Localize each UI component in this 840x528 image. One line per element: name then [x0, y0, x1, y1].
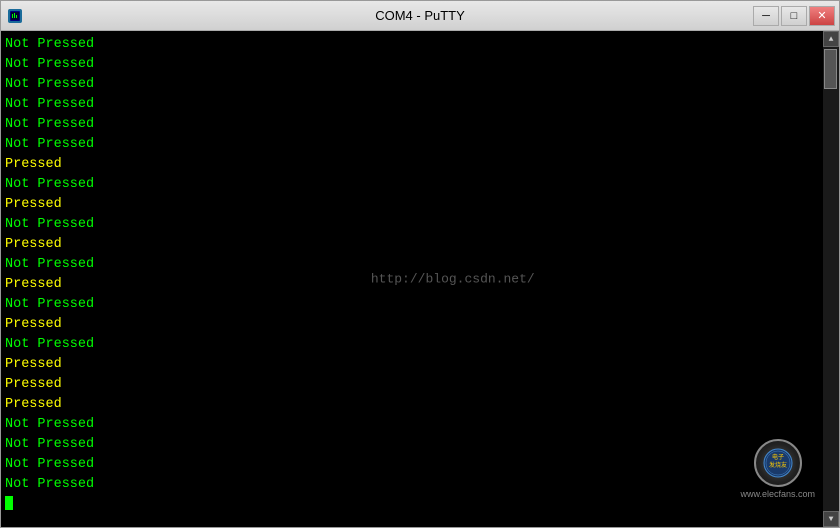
terminal-line: Not Pressed: [5, 95, 819, 115]
terminal-cursor-line: [5, 495, 819, 515]
terminal-line: Pressed: [5, 235, 819, 255]
terminal-content[interactable]: Not PressedNot PressedNot PressedNot Pre…: [1, 31, 823, 527]
terminal-line: Not Pressed: [5, 55, 819, 75]
putty-window: COM4 - PuTTY ─ □ ✕ Not PressedNot Presse…: [0, 0, 840, 528]
title-bar-left: [5, 6, 25, 26]
terminal-line: Pressed: [5, 375, 819, 395]
terminal-line: Not Pressed: [5, 115, 819, 135]
terminal-line: Not Pressed: [5, 135, 819, 155]
terminal-line: Pressed: [5, 155, 819, 175]
terminal-line: Not Pressed: [5, 175, 819, 195]
minimize-button[interactable]: ─: [753, 6, 779, 26]
window-controls: ─ □ ✕: [753, 6, 835, 26]
scroll-up-button[interactable]: ▲: [823, 31, 839, 47]
terminal-area[interactable]: Not PressedNot PressedNot PressedNot Pre…: [1, 31, 839, 527]
terminal-line: Not Pressed: [5, 335, 819, 355]
scroll-thumb[interactable]: [824, 49, 837, 89]
window-title: COM4 - PuTTY: [375, 8, 465, 23]
putty-icon: [5, 6, 25, 26]
terminal-line: Pressed: [5, 355, 819, 375]
terminal-line: Not Pressed: [5, 215, 819, 235]
terminal-line: Not Pressed: [5, 35, 819, 55]
terminal-line: Not Pressed: [5, 435, 819, 455]
terminal-line: Not Pressed: [5, 415, 819, 435]
close-button[interactable]: ✕: [809, 6, 835, 26]
terminal-line: Pressed: [5, 275, 819, 295]
terminal-line: Not Pressed: [5, 295, 819, 315]
scroll-down-button[interactable]: ▼: [823, 511, 839, 527]
terminal-line: Not Pressed: [5, 255, 819, 275]
terminal-line: Not Pressed: [5, 75, 819, 95]
terminal-line: Pressed: [5, 195, 819, 215]
scroll-track[interactable]: [823, 47, 839, 511]
title-bar: COM4 - PuTTY ─ □ ✕: [1, 1, 839, 31]
terminal-line: Pressed: [5, 395, 819, 415]
terminal-line: Not Pressed: [5, 475, 819, 495]
restore-button[interactable]: □: [781, 6, 807, 26]
scrollbar[interactable]: ▲ ▼: [823, 31, 839, 527]
terminal-line: Not Pressed: [5, 455, 819, 475]
terminal-cursor: [5, 496, 13, 510]
terminal-line: Pressed: [5, 315, 819, 335]
